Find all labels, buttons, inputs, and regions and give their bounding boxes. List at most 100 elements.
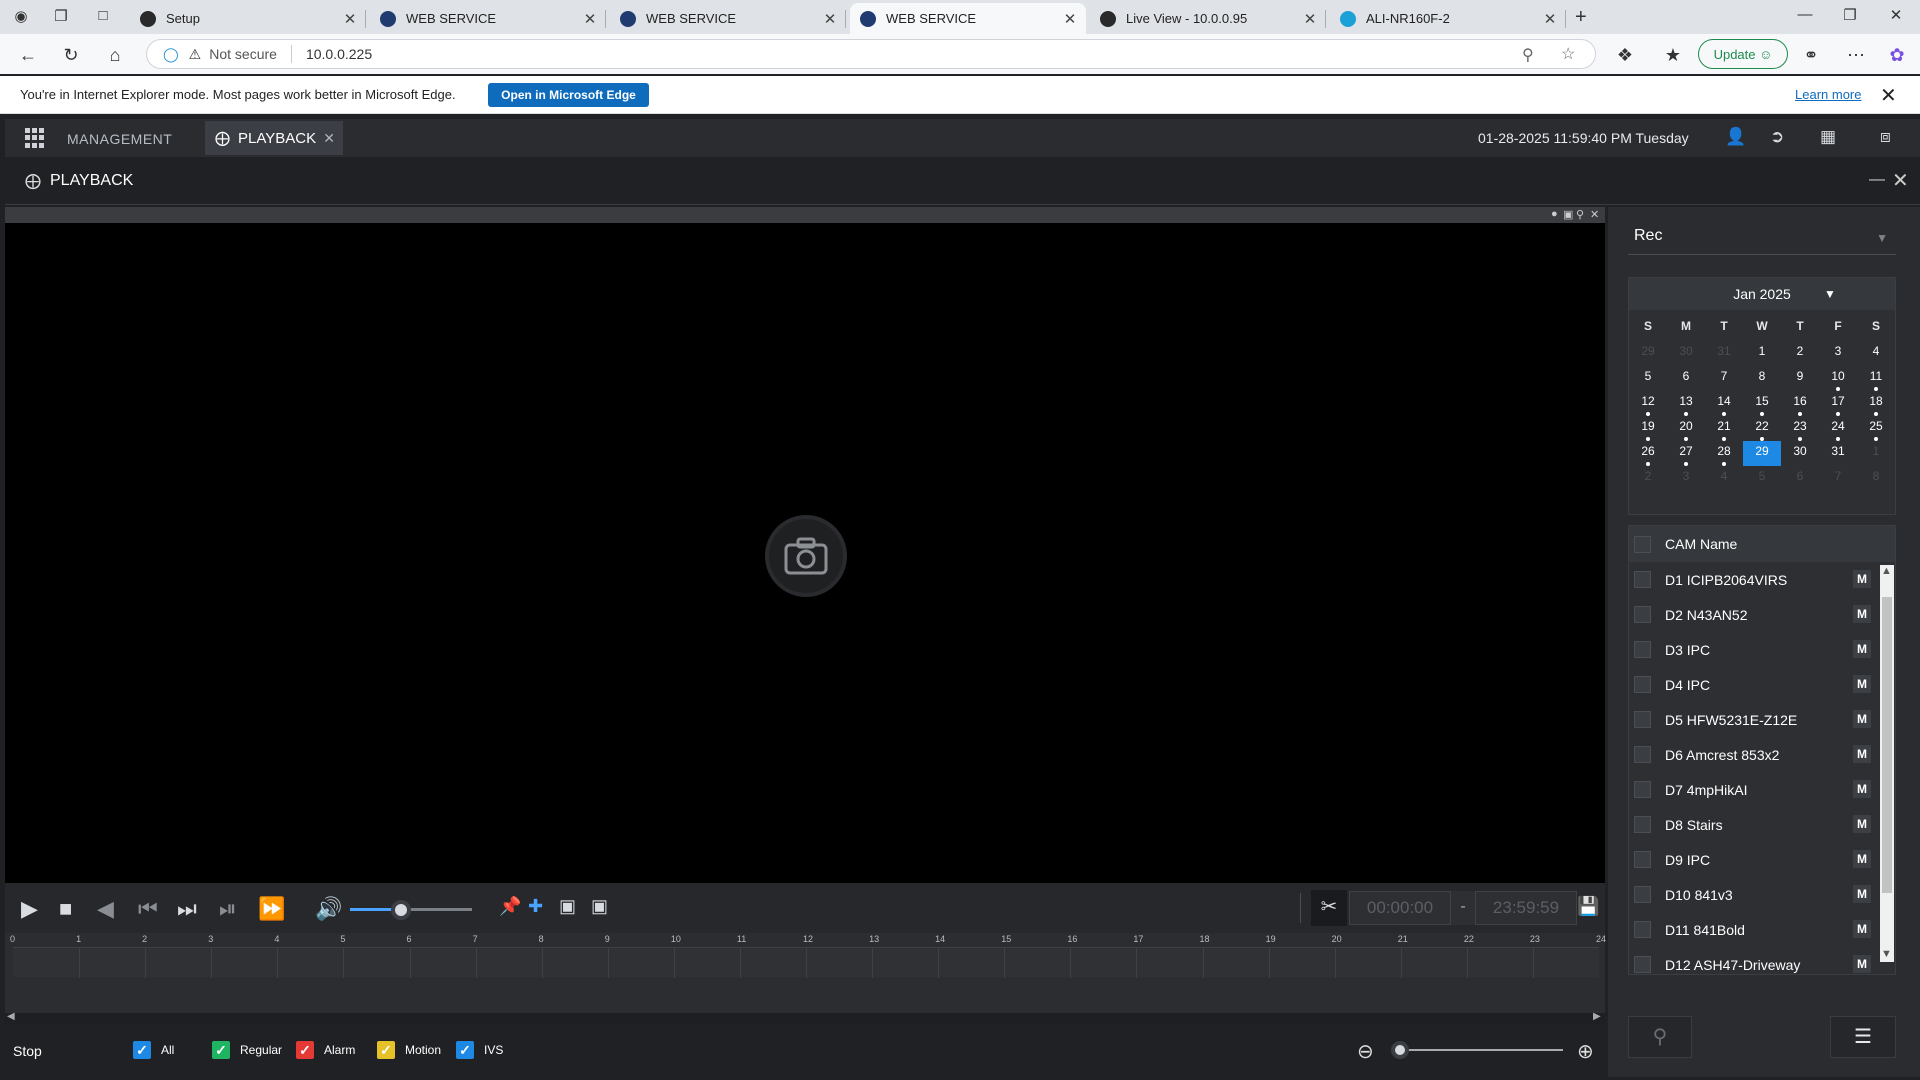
- tab-close-icon[interactable]: ✕: [1060, 10, 1080, 28]
- timeline[interactable]: 0 1 2 3 4 5 6 7 8 9 10 11 12 13 14 15 16 17 18 19 20 21 22 23 24: [5, 933, 1606, 1013]
- browser-tab[interactable]: WEB SERVICE ✕: [850, 3, 1086, 34]
- url-text[interactable]: 10.0.0.225: [306, 46, 372, 62]
- camera-list-item[interactable]: D1 ICIPB2064VIRS M: [1629, 562, 1895, 597]
- qr-code-icon[interactable]: ▦: [1820, 127, 1836, 147]
- favorites-icon[interactable]: ★: [1660, 42, 1686, 68]
- timeline-zoom-knob[interactable]: [1391, 1041, 1409, 1059]
- save-clip-icon[interactable]: 💾: [1577, 896, 1599, 917]
- copilot-icon[interactable]: ✿: [1884, 42, 1910, 68]
- camera-checkbox[interactable]: [1634, 641, 1651, 658]
- calendar-day[interactable]: 4: [1705, 466, 1743, 491]
- tab-close-icon[interactable]: ✕: [820, 10, 840, 28]
- scrollbar-thumb[interactable]: [1882, 597, 1892, 893]
- camera-mark-button[interactable]: M: [1853, 885, 1871, 903]
- camera-list-scrollbar[interactable]: ▲ ▼: [1880, 565, 1894, 962]
- home-button[interactable]: ⌂: [102, 42, 128, 68]
- legend-checkbox[interactable]: ✓: [296, 1041, 314, 1059]
- video-close-icon[interactable]: ✕: [1590, 208, 1599, 221]
- clip-scissors-icon[interactable]: ✂: [1311, 890, 1347, 926]
- camera-checkbox[interactable]: [1634, 571, 1651, 588]
- panel-close-icon[interactable]: ✕: [1892, 168, 1909, 193]
- calendar-day[interactable]: 8: [1743, 366, 1781, 391]
- camera-list-item[interactable]: D12 ASH47-Driveway M: [1629, 947, 1895, 974]
- new-tab-button[interactable]: +: [1575, 6, 1587, 29]
- tab-close-icon[interactable]: ✕: [1300, 10, 1320, 28]
- stop-button[interactable]: ■: [59, 896, 72, 922]
- management-tab[interactable]: MANAGEMENT: [67, 131, 172, 147]
- timeline-scrollbar[interactable]: ◀ ▶: [5, 1011, 1605, 1025]
- camera-checkbox[interactable]: [1634, 851, 1651, 868]
- calendar-day[interactable]: 21: [1705, 416, 1743, 441]
- camera-mark-button[interactable]: M: [1853, 605, 1871, 623]
- calendar-day[interactable]: 5: [1629, 366, 1667, 391]
- camera-checkbox[interactable]: [1634, 816, 1651, 833]
- snapshot-small-icon[interactable]: ▣: [1563, 208, 1573, 221]
- calendar-day[interactable]: 24: [1819, 416, 1857, 441]
- camera-checkbox[interactable]: [1634, 746, 1651, 763]
- pin-icon[interactable]: 📌: [499, 896, 521, 917]
- calendar-day[interactable]: 3: [1667, 466, 1705, 491]
- timeline-track[interactable]: [13, 947, 1599, 978]
- camera-checkbox[interactable]: [1634, 781, 1651, 798]
- tab-close-icon[interactable]: ✕: [580, 10, 600, 28]
- calendar-day[interactable]: 4: [1857, 341, 1895, 366]
- browser-essentials-icon[interactable]: ⚭: [1798, 42, 1824, 68]
- camera-list-item[interactable]: D3 IPC M: [1629, 632, 1895, 667]
- camera-checkbox[interactable]: [1634, 606, 1651, 623]
- camera-list-item[interactable]: D8 Stairs M: [1629, 807, 1895, 842]
- legend-checkbox[interactable]: ✓: [212, 1041, 230, 1059]
- calendar-day[interactable]: 19: [1629, 416, 1667, 441]
- calendar-day[interactable]: 22: [1743, 416, 1781, 441]
- clip-end-time-input[interactable]: 23:59:59: [1475, 891, 1577, 925]
- fullscreen-icon[interactable]: ⧈: [1880, 127, 1891, 147]
- legend-filter-ivs[interactable]: ✓ IVS: [456, 1041, 503, 1059]
- profile-icon[interactable]: ◉: [10, 7, 32, 27]
- legend-filter-all[interactable]: ✓ All: [133, 1041, 174, 1059]
- camera-checkbox[interactable]: [1634, 921, 1651, 938]
- logout-icon[interactable]: ➲: [1770, 127, 1784, 147]
- learn-more-link[interactable]: Learn more: [1795, 87, 1861, 102]
- camera-list-item[interactable]: D7 4mpHikAI M: [1629, 772, 1895, 807]
- calendar-day[interactable]: 28: [1705, 441, 1743, 466]
- calendar-month-selector[interactable]: Jan 2025 ▼: [1629, 278, 1895, 310]
- browser-tab[interactable]: WEB SERVICE ✕: [370, 3, 606, 34]
- camera-list-item[interactable]: D5 HFW5231E-Z12E M: [1629, 702, 1895, 737]
- calendar-day[interactable]: 12: [1629, 391, 1667, 416]
- camera-mark-button[interactable]: M: [1853, 570, 1871, 588]
- video-info-icon[interactable]: ●: [1551, 208, 1558, 220]
- restore-button[interactable]: ❐: [1830, 6, 1870, 24]
- panel-minimize-icon[interactable]: —: [1869, 171, 1885, 189]
- calendar-day[interactable]: 18: [1857, 391, 1895, 416]
- legend-checkbox[interactable]: ✓: [133, 1041, 151, 1059]
- calendar-day[interactable]: 6: [1781, 466, 1819, 491]
- camera-mark-button[interactable]: M: [1853, 955, 1871, 973]
- calendar-day[interactable]: 30: [1667, 341, 1705, 366]
- clip-start-time-input[interactable]: 00:00:00: [1349, 891, 1451, 925]
- camera-list-item[interactable]: D9 IPC M: [1629, 842, 1895, 877]
- camera-mark-button[interactable]: M: [1853, 640, 1871, 658]
- calendar-day[interactable]: 31: [1819, 441, 1857, 466]
- refresh-button[interactable]: ↻: [58, 42, 84, 68]
- next-frame-button[interactable]: ⏭: [177, 896, 197, 922]
- calendar-day[interactable]: 2: [1781, 341, 1819, 366]
- url-input[interactable]: ◯ ⚠ Not secure 10.0.0.225 ⚲ ☆: [146, 39, 1596, 69]
- camera-mark-button[interactable]: M: [1853, 745, 1871, 763]
- legend-filter-alarm[interactable]: ✓ Alarm: [296, 1041, 355, 1059]
- zoom-in-icon[interactable]: ⊕: [1577, 1039, 1594, 1064]
- calendar-day[interactable]: 29: [1743, 441, 1781, 466]
- calendar-day[interactable]: 30: [1781, 441, 1819, 466]
- legend-checkbox[interactable]: ✓: [456, 1041, 474, 1059]
- calendar-day[interactable]: 10: [1819, 366, 1857, 391]
- playback-tab-close-icon[interactable]: ✕: [323, 130, 335, 147]
- calendar-day[interactable]: 26: [1629, 441, 1667, 466]
- calendar-day[interactable]: 13: [1667, 391, 1705, 416]
- browser-tab[interactable]: WEB SERVICE ✕: [610, 3, 846, 34]
- calendar-day[interactable]: 11: [1857, 366, 1895, 391]
- camera-list-item[interactable]: D10 841v3 M: [1629, 877, 1895, 912]
- minimize-button[interactable]: —: [1785, 6, 1825, 23]
- calendar-day[interactable]: 1: [1857, 441, 1895, 466]
- smart-search-button[interactable]: ⚲: [1628, 1016, 1692, 1058]
- camera-mark-button[interactable]: M: [1853, 850, 1871, 868]
- camera-list-item[interactable]: D4 IPC M: [1629, 667, 1895, 702]
- calendar-day[interactable]: 2: [1629, 466, 1667, 491]
